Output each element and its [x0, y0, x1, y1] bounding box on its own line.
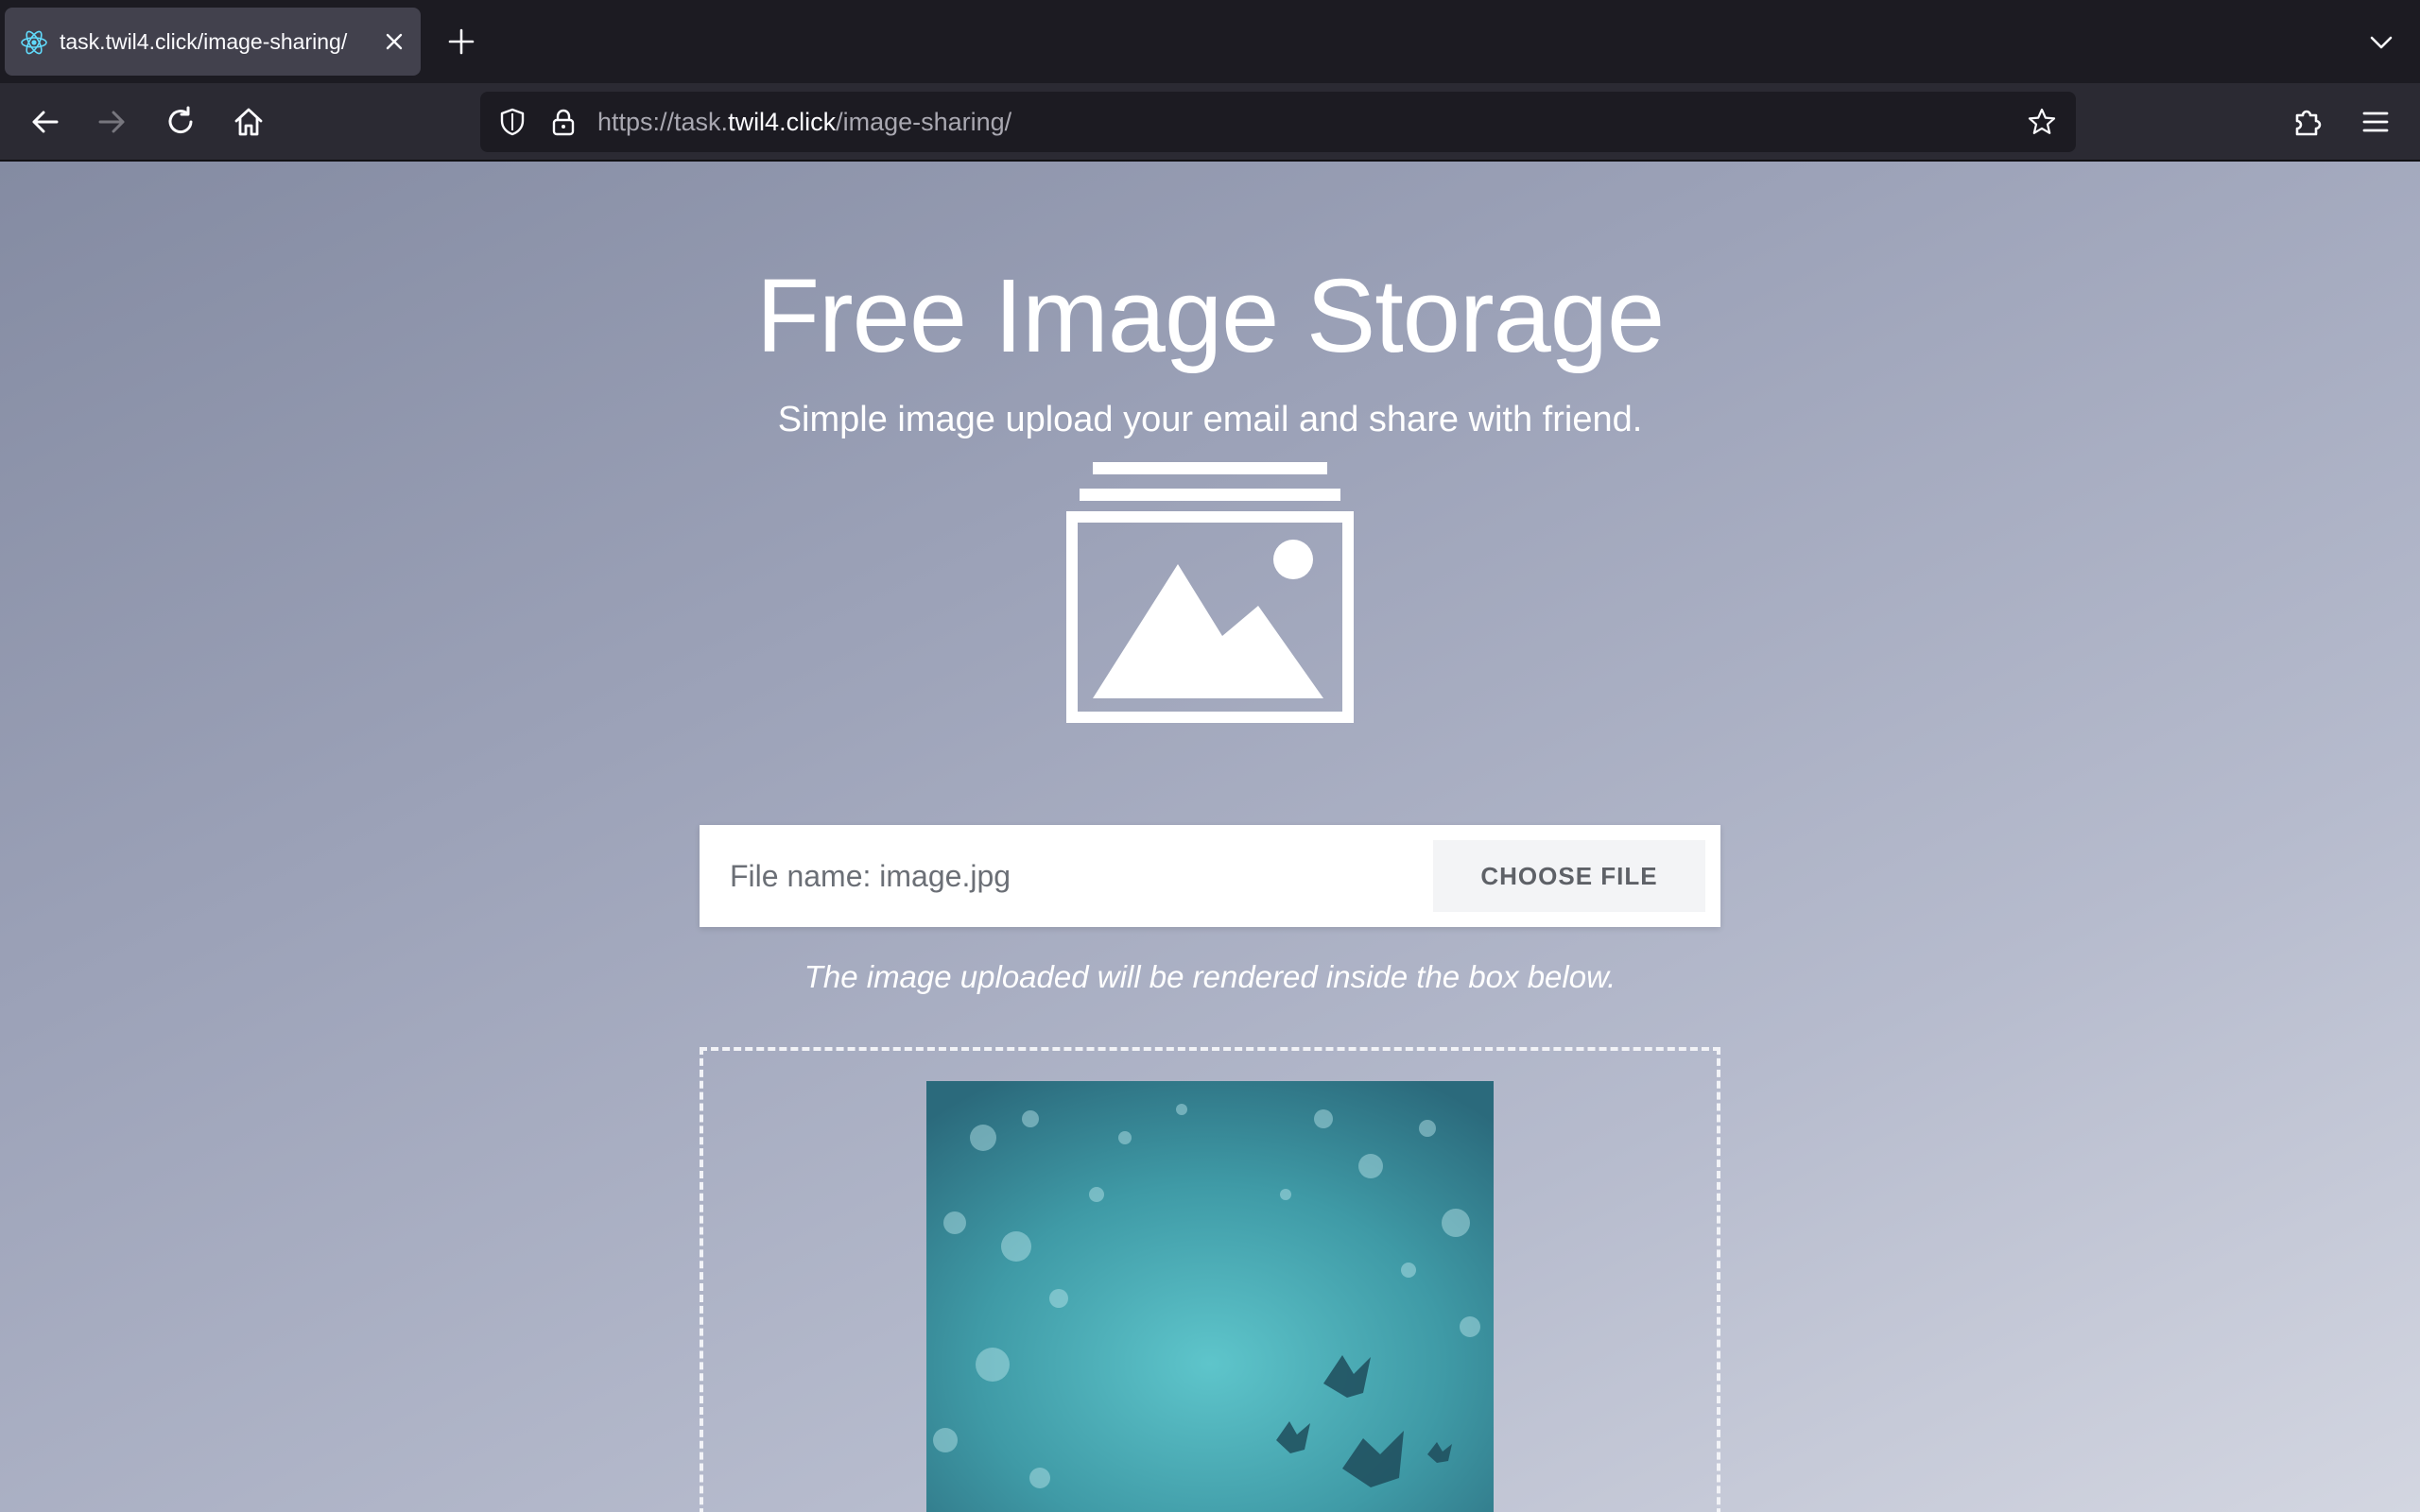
shield-icon[interactable] — [497, 107, 527, 137]
chevron-down-icon[interactable] — [2367, 28, 2395, 57]
home-icon[interactable] — [231, 104, 267, 140]
page-subtitle: Simple image upload your email and share… — [777, 400, 1643, 439]
tab-title: task.twil4.click/image-sharing/ — [60, 29, 348, 54]
file-upload-bar: File name: image.jpg CHOOSE FILE — [700, 825, 1720, 927]
close-icon[interactable] — [381, 28, 407, 55]
url-text[interactable]: https://task.twil4.click/image-sharing/ — [597, 92, 1011, 152]
url-bar[interactable]: https://task.twil4.click/image-sharing/ — [480, 92, 2076, 152]
upload-hint: The image uploaded will be rendered insi… — [804, 959, 1616, 994]
forward-arrow-icon[interactable] — [95, 104, 130, 140]
url-prefix: https://task. — [597, 108, 729, 136]
url-host: twil4.click — [728, 108, 837, 136]
react-favicon-icon — [21, 30, 47, 55]
star-icon[interactable] — [2027, 107, 2057, 137]
page-content: Free Image Storage Simple image upload y… — [0, 162, 2420, 1512]
uploaded-image — [926, 1081, 1494, 1512]
menu-icon[interactable] — [2358, 104, 2394, 140]
tab-bar: task.twil4.click/image-sharing/ — [0, 0, 2420, 83]
choose-file-button[interactable]: CHOOSE FILE — [1433, 840, 1705, 912]
reload-icon[interactable] — [163, 104, 199, 140]
nav-toolbar: https://task.twil4.click/image-sharing/ — [0, 83, 2420, 161]
page-title: Free Image Storage — [755, 258, 1665, 374]
plus-icon[interactable] — [446, 26, 476, 57]
browser-tab[interactable]: task.twil4.click/image-sharing/ — [5, 8, 421, 76]
image-gallery-icon — [1066, 462, 1354, 723]
extensions-icon[interactable] — [2290, 104, 2325, 140]
back-arrow-icon[interactable] — [26, 104, 62, 140]
file-name-text: File name: image.jpg — [730, 859, 1011, 893]
lock-icon[interactable] — [548, 107, 579, 137]
url-path: /image-sharing/ — [836, 108, 1012, 136]
